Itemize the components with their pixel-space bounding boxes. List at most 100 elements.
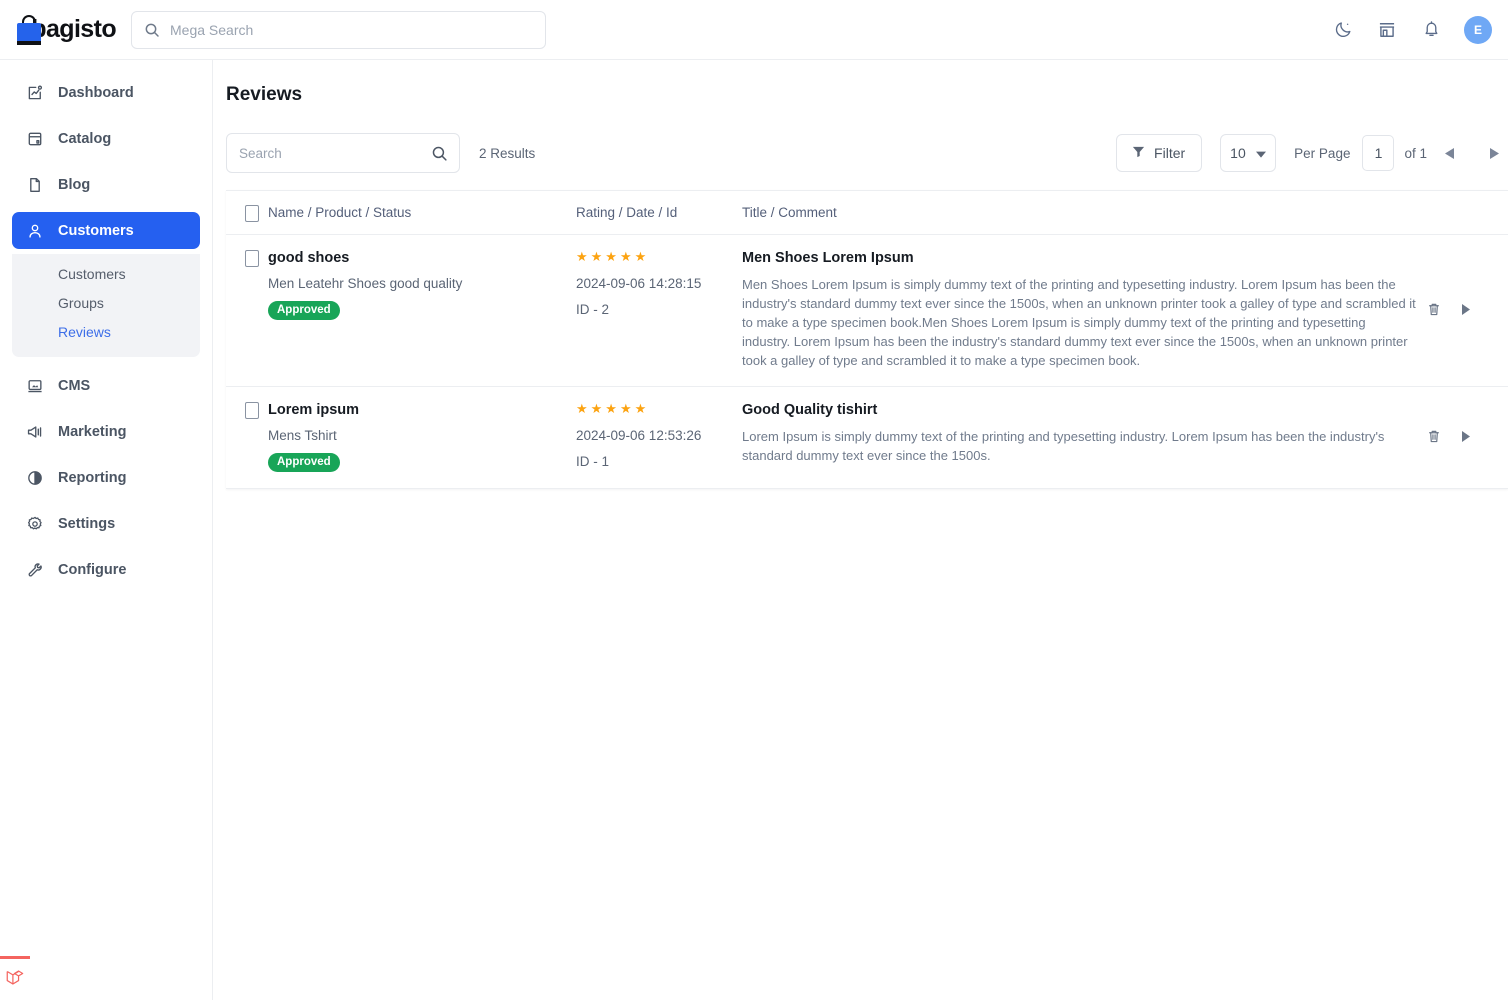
reviews-table: Name / Product / Status Rating / Date / … bbox=[226, 190, 1508, 489]
review-product: Men Leatehr Shoes good quality bbox=[268, 275, 576, 292]
mega-search-input[interactable] bbox=[170, 12, 545, 48]
sidebar-item-label: Catalog bbox=[58, 131, 111, 147]
sidebar-item-blog[interactable]: Blog bbox=[12, 166, 200, 203]
blog-icon bbox=[25, 175, 45, 195]
moon-icon[interactable] bbox=[1332, 19, 1354, 41]
trash-icon[interactable] bbox=[1426, 428, 1442, 445]
sidebar-item-reviews[interactable]: Reviews bbox=[12, 318, 200, 347]
filter-icon bbox=[1131, 144, 1146, 162]
search-box[interactable] bbox=[226, 133, 460, 173]
cms-icon bbox=[25, 376, 45, 396]
reviews-panel: 2 Results Filter 10 Per Page bbox=[213, 132, 1508, 489]
sidebar-item-cms[interactable]: CMS bbox=[12, 367, 200, 404]
status-badge: Approved bbox=[268, 301, 340, 320]
table-row[interactable]: good shoes Men Leatehr Shoes good qualit… bbox=[226, 235, 1508, 387]
reviews-toolbar: 2 Results Filter 10 Per Page bbox=[226, 132, 1508, 174]
per-page-label: Per Page bbox=[1294, 146, 1350, 161]
chevron-down-icon bbox=[1256, 145, 1266, 161]
sidebar-item-label: Blog bbox=[58, 177, 90, 193]
toolbar-right: Filter 10 Per Page of 1 bbox=[1116, 134, 1508, 172]
caret-left-icon[interactable] bbox=[1435, 139, 1463, 167]
customers-icon bbox=[25, 221, 45, 241]
configure-icon bbox=[25, 560, 45, 580]
laravel-debugbar-toggle[interactable] bbox=[0, 956, 30, 1000]
search-icon[interactable] bbox=[431, 145, 448, 167]
top-header: bagisto E bbox=[0, 0, 1508, 60]
table-row[interactable]: Lorem ipsum Mens Tshirt Approved ★★★★★ 2… bbox=[226, 387, 1508, 489]
sidebar-item-label: Settings bbox=[58, 516, 115, 532]
sidebar-item-configure[interactable]: Configure bbox=[12, 551, 200, 588]
rating-stars: ★★★★★ bbox=[576, 249, 742, 265]
caret-right-icon[interactable] bbox=[1480, 139, 1508, 167]
per-page-value: 10 bbox=[1230, 145, 1246, 161]
laravel-icon bbox=[5, 967, 25, 993]
row-actions bbox=[1416, 249, 1508, 370]
review-title: Good Quality tishirt bbox=[742, 401, 1416, 419]
sidebar-subnav-customers: Customers Groups Reviews bbox=[12, 254, 200, 357]
row-checkbox[interactable] bbox=[245, 402, 259, 419]
per-page-select[interactable]: 10 bbox=[1220, 134, 1276, 172]
main-content: Reviews 2 Results bbox=[213, 60, 1508, 1000]
sidebar-item-label: Reporting bbox=[58, 470, 126, 486]
review-name: Lorem ipsum bbox=[268, 401, 576, 419]
column-header-name[interactable]: Name / Product / Status bbox=[268, 205, 576, 220]
sidebar-item-catalog[interactable]: Catalog bbox=[12, 120, 200, 157]
row-checkbox[interactable] bbox=[245, 250, 259, 267]
review-comment: Men Shoes Lorem Ipsum is simply dummy te… bbox=[742, 275, 1416, 370]
page-title: Reviews bbox=[213, 60, 1508, 106]
mega-search-box[interactable] bbox=[131, 11, 546, 49]
header-actions: E bbox=[1332, 16, 1492, 44]
review-id: ID - 1 bbox=[576, 453, 742, 470]
sidebar-item-groups[interactable]: Groups bbox=[12, 289, 200, 318]
review-content-cell: Good Quality tishirt Lorem Ipsum is simp… bbox=[742, 401, 1416, 472]
review-name: good shoes bbox=[268, 249, 576, 267]
review-date: 2024-09-06 14:28:15 bbox=[576, 275, 742, 292]
review-id: ID - 2 bbox=[576, 301, 742, 318]
caret-right-icon[interactable] bbox=[1462, 304, 1470, 315]
filter-button-label: Filter bbox=[1154, 145, 1185, 161]
sidebar-item-marketing[interactable]: Marketing bbox=[12, 413, 200, 450]
page-number-input[interactable] bbox=[1362, 135, 1394, 171]
review-date: 2024-09-06 12:53:26 bbox=[576, 427, 742, 444]
row-actions bbox=[1416, 401, 1508, 472]
review-comment: Lorem Ipsum is simply dummy text of the … bbox=[742, 427, 1416, 465]
row-select-cell bbox=[236, 401, 268, 472]
search-input[interactable] bbox=[239, 146, 423, 161]
review-product: Mens Tshirt bbox=[268, 427, 576, 444]
sidebar-item-label: Dashboard bbox=[58, 85, 134, 101]
review-content-cell: Men Shoes Lorem Ipsum Men Shoes Lorem Ip… bbox=[742, 249, 1416, 370]
column-header-rating[interactable]: Rating / Date / Id bbox=[576, 205, 742, 220]
caret-right-icon[interactable] bbox=[1462, 431, 1470, 442]
sidebar-item-label: Customers bbox=[58, 223, 134, 239]
select-all-cell bbox=[236, 204, 268, 222]
search-icon bbox=[144, 22, 160, 43]
sidebar-item-label: Marketing bbox=[58, 424, 127, 440]
row-select-cell bbox=[236, 249, 268, 370]
sidebar-item-customers-sub[interactable]: Customers bbox=[12, 260, 200, 289]
storefront-icon[interactable] bbox=[1376, 19, 1398, 41]
marketing-icon bbox=[25, 422, 45, 442]
avatar[interactable]: E bbox=[1464, 16, 1492, 44]
results-count: 2 Results bbox=[479, 146, 535, 161]
sidebar: Dashboard Catalog Blog Customers Custom bbox=[0, 60, 213, 1000]
review-identity-cell: good shoes Men Leatehr Shoes good qualit… bbox=[268, 249, 576, 370]
table-header-row: Name / Product / Status Rating / Date / … bbox=[226, 191, 1508, 235]
trash-icon[interactable] bbox=[1426, 301, 1442, 318]
review-title: Men Shoes Lorem Ipsum bbox=[742, 249, 1416, 267]
bell-icon[interactable] bbox=[1420, 19, 1442, 41]
column-header-title[interactable]: Title / Comment bbox=[742, 205, 1416, 220]
select-all-checkbox[interactable] bbox=[245, 205, 259, 222]
status-badge: Approved bbox=[268, 453, 340, 472]
reporting-icon bbox=[25, 468, 45, 488]
filter-button[interactable]: Filter bbox=[1116, 134, 1202, 172]
brand-logo[interactable]: bagisto bbox=[16, 15, 116, 45]
review-identity-cell: Lorem ipsum Mens Tshirt Approved bbox=[268, 401, 576, 472]
catalog-icon bbox=[25, 129, 45, 149]
sidebar-item-reporting[interactable]: Reporting bbox=[12, 459, 200, 496]
pagination-total: of 1 bbox=[1404, 146, 1427, 161]
dashboard-icon bbox=[25, 83, 45, 103]
sidebar-item-settings[interactable]: Settings bbox=[12, 505, 200, 542]
sidebar-item-label: CMS bbox=[58, 378, 90, 394]
sidebar-item-dashboard[interactable]: Dashboard bbox=[12, 74, 200, 111]
sidebar-item-customers[interactable]: Customers bbox=[12, 212, 200, 249]
